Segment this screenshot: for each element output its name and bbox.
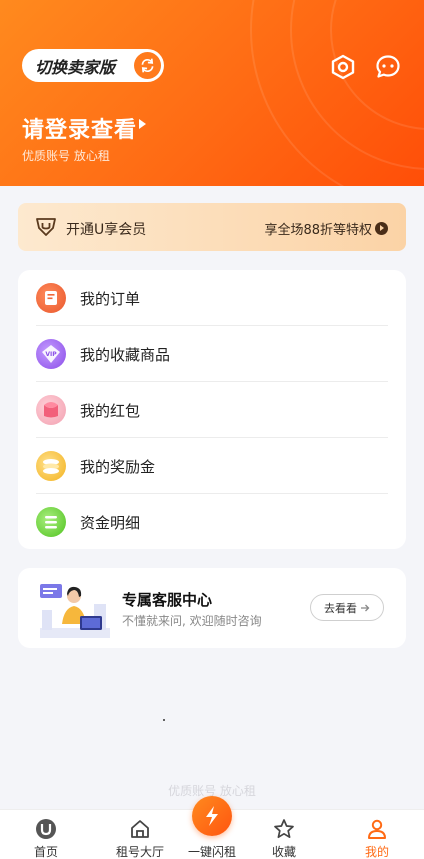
tab-label: 一键闪租 (187, 845, 236, 859)
switch-seller-label: 切换卖家版 (35, 57, 116, 77)
star-icon (273, 818, 295, 840)
tab-label: 首页 (33, 845, 58, 859)
lightning-icon (206, 806, 218, 826)
chevron-right-icon[interactable] (139, 119, 146, 129)
menu-item-favorites[interactable]: VIP 我的收藏商品 (18, 326, 406, 382)
vip-shield-icon (35, 217, 57, 237)
menu-item-label: 我的订单 (80, 289, 141, 308)
order-icon (36, 283, 66, 313)
service-subtitle: 不懂就来问, 欢迎随时咨询 (122, 614, 262, 628)
vip-favorite-icon: VIP (36, 339, 66, 369)
user-icon (366, 818, 388, 840)
customer-service-illustration (40, 584, 110, 638)
go-see-label: 去看看 (324, 601, 357, 615)
red-packet-icon (36, 395, 66, 425)
dot (163, 719, 165, 721)
message-icon[interactable] (375, 54, 401, 80)
vip-benefits-text: 享全场88折等特权 (264, 223, 372, 238)
home-u-icon (35, 818, 57, 840)
flash-rent-button[interactable] (192, 796, 232, 836)
service-title: 专属客服中心 (122, 591, 213, 609)
tab-mine[interactable]: 我的 (337, 810, 417, 859)
menu-item-reward[interactable]: 我的奖励金 (18, 438, 406, 494)
switch-seller-button[interactable]: 切换卖家版 (22, 49, 164, 82)
tab-label: 收藏 (271, 845, 296, 859)
tab-hall[interactable]: 租号大厅 (100, 810, 180, 859)
settings-icon[interactable] (330, 54, 356, 80)
svg-text:VIP: VIP (45, 351, 57, 358)
login-subtitle: 优质账号 放心租 (22, 149, 110, 163)
menu-item-label: 我的收藏商品 (80, 345, 171, 364)
menu-item-orders[interactable]: 我的订单 (18, 270, 406, 326)
tab-home[interactable]: 首页 (6, 810, 86, 859)
arrow-right-icon (361, 604, 370, 611)
vip-benefits[interactable]: 享全场88折等特权 (264, 219, 388, 238)
tab-label: 我的 (364, 845, 389, 859)
login-title[interactable]: 请登录查看 (22, 112, 137, 144)
vip-label: 开通U享会员 (66, 222, 147, 238)
tab-favorites[interactable]: 收藏 (244, 810, 324, 859)
go-see-button[interactable]: 去看看 (310, 594, 384, 621)
menu-item-label: 资金明细 (80, 513, 141, 532)
customer-service-card[interactable]: 专属客服中心 不懂就来问, 欢迎随时咨询 去看看 (18, 568, 406, 648)
menu-item-label: 我的奖励金 (80, 457, 156, 476)
switch-icon (134, 52, 161, 79)
reward-coin-icon (36, 451, 66, 481)
funds-detail-icon (36, 507, 66, 537)
vip-banner[interactable]: 开通U享会员 享全场88折等特权 (18, 203, 406, 251)
menu-item-label: 我的红包 (80, 401, 141, 420)
arrow-circle-icon (375, 222, 388, 235)
tab-label: 租号大厅 (115, 845, 164, 859)
menu-list: 我的订单 VIP 我的收藏商品 我的红包 我的奖励金 资金明细 (18, 270, 406, 549)
menu-item-red-packet[interactable]: 我的红包 (18, 382, 406, 438)
menu-item-funds[interactable]: 资金明细 (18, 494, 406, 550)
hall-house-icon (129, 818, 151, 840)
profile-header: 切换卖家版 请登录查看 优质账号 放心租 (0, 0, 424, 186)
